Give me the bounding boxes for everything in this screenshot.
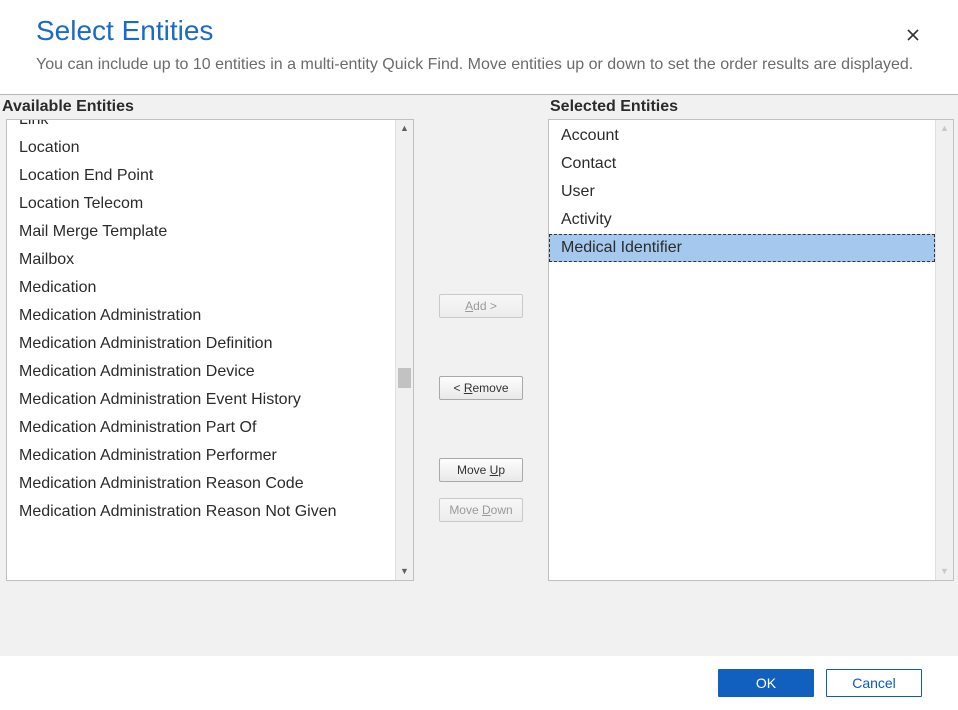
list-item[interactable]: Account <box>549 122 935 150</box>
dialog-title: Select Entities <box>36 14 922 48</box>
scroll-thumb[interactable] <box>398 368 411 388</box>
list-item[interactable]: Link <box>7 120 395 134</box>
selected-label: Selected Entities <box>548 95 954 119</box>
list-item[interactable]: Location Telecom <box>7 190 395 218</box>
selected-scrollbar[interactable]: ▲ ▼ <box>935 120 953 580</box>
selected-column: Selected Entities AccountContactUserActi… <box>548 95 954 581</box>
list-item[interactable]: Medication Administration Part Of <box>7 414 395 442</box>
move-up-button[interactable]: Move Up <box>439 458 523 482</box>
list-item[interactable]: Medical Identifier <box>549 234 935 262</box>
remove-button[interactable]: < Remove <box>439 376 523 400</box>
select-entities-dialog: Select Entities You can include up to 10… <box>0 0 958 710</box>
list-item[interactable]: Medication Administration <box>7 302 395 330</box>
list-item[interactable]: Medication Administration Reason Not Giv… <box>7 498 395 526</box>
cancel-button[interactable]: Cancel <box>826 669 922 697</box>
list-item[interactable]: Contact <box>549 150 935 178</box>
list-item[interactable]: Activity <box>549 206 935 234</box>
list-item[interactable]: Mailbox <box>7 246 395 274</box>
dialog-subtitle: You can include up to 10 entities in a m… <box>36 54 922 76</box>
move-down-button[interactable]: Move Down <box>439 498 523 522</box>
selected-listbox[interactable]: AccountContactUserActivityMedical Identi… <box>548 119 954 581</box>
list-item[interactable]: Medication Administration Definition <box>7 330 395 358</box>
ok-button[interactable]: OK <box>718 669 814 697</box>
transfer-buttons: Add > < Remove Move Up Move Down <box>414 95 548 581</box>
dialog-footer: OK Cancel <box>0 656 958 710</box>
close-icon[interactable] <box>904 26 922 44</box>
list-item[interactable]: Medication Administration Reason Code <box>7 470 395 498</box>
available-column: Available Entities LinkLocationLocation … <box>0 95 414 581</box>
available-label: Available Entities <box>0 95 414 119</box>
list-item[interactable]: Medication Administration Performer <box>7 442 395 470</box>
available-listbox[interactable]: LinkLocationLocation End PointLocation T… <box>6 119 414 581</box>
scroll-down-icon[interactable]: ▼ <box>396 563 413 580</box>
list-item[interactable]: Mail Merge Template <box>7 218 395 246</box>
dialog-body: Available Entities LinkLocationLocation … <box>0 94 958 656</box>
add-button[interactable]: Add > <box>439 294 523 318</box>
list-item[interactable]: Location <box>7 134 395 162</box>
list-item[interactable]: Medication Administration Event History <box>7 386 395 414</box>
scroll-up-icon[interactable]: ▲ <box>396 120 413 137</box>
scroll-up-icon[interactable]: ▲ <box>936 120 953 137</box>
list-item[interactable]: Location End Point <box>7 162 395 190</box>
list-item[interactable]: Medication <box>7 274 395 302</box>
list-item[interactable]: User <box>549 178 935 206</box>
list-item[interactable]: Medication Administration Device <box>7 358 395 386</box>
dialog-header: Select Entities You can include up to 10… <box>0 0 958 94</box>
available-scrollbar[interactable]: ▲ ▼ <box>395 120 413 580</box>
scroll-down-icon[interactable]: ▼ <box>936 563 953 580</box>
